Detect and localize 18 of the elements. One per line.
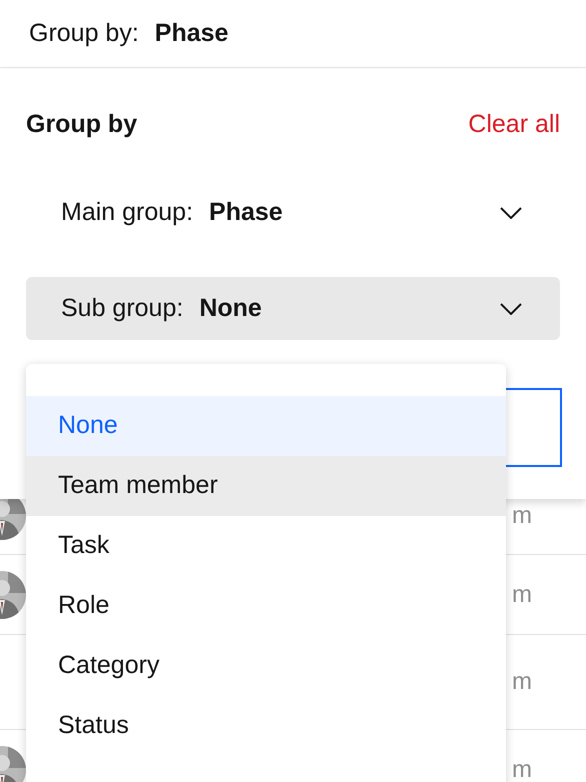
panel-title: Group by — [26, 109, 138, 140]
group-select[interactable]: Main group: Phase — [26, 181, 560, 244]
time-text: m — [512, 501, 532, 531]
time-text: m — [512, 754, 532, 782]
group-by-label: Group by: — [29, 18, 139, 49]
menu-item[interactable]: Team member — [26, 456, 506, 516]
menu-item[interactable]: Task — [26, 516, 506, 576]
menu-item[interactable]: Category — [26, 636, 506, 696]
clear-all-link[interactable]: Clear all — [468, 106, 560, 144]
menu-item[interactable]: Status — [26, 696, 506, 756]
group-by-value: Phase — [154, 18, 228, 49]
chevron-down-icon — [500, 302, 522, 314]
time-text: m — [512, 580, 532, 610]
group-select[interactable]: Sub group: None — [26, 277, 560, 340]
time-text: m — [512, 667, 532, 697]
chevron-down-icon — [500, 206, 522, 218]
menu-item[interactable]: Role — [26, 576, 506, 636]
menu-item[interactable]: None — [26, 396, 506, 456]
